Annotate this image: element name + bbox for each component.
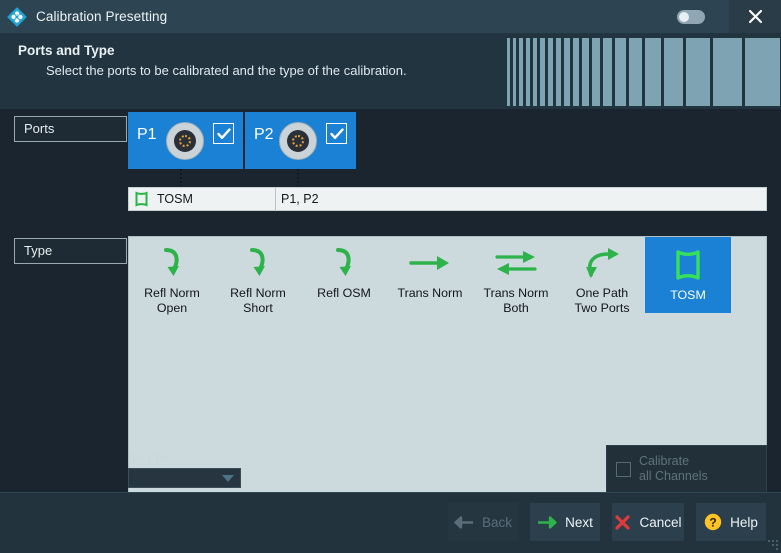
calibration-type-refl-norm-short[interactable]: Refl Norm Short: [215, 241, 301, 333]
title-bar: R Calibration Presetting: [0, 0, 781, 33]
calibration-type-label: One Path Two Ports: [574, 286, 630, 315]
calibration-type-trans-norm[interactable]: Trans Norm: [387, 241, 473, 333]
resize-grip[interactable]: [766, 538, 778, 550]
close-button[interactable]: [729, 0, 781, 33]
back-button[interactable]: Back: [448, 503, 518, 541]
question-icon: ?: [704, 513, 722, 531]
port-p2-connector-line: [297, 169, 299, 186]
help-button[interactable]: ? Help: [696, 503, 766, 541]
source-select[interactable]: [128, 468, 241, 488]
refl-arrow-icon: [159, 241, 185, 285]
calibration-type-label: Refl OSM: [317, 286, 371, 300]
help-button-label: Help: [730, 514, 758, 530]
type-label: Type: [14, 238, 127, 264]
calibration-type-label: TOSM: [670, 288, 706, 302]
cancel-button-label: Cancel: [639, 514, 682, 530]
source-label: Source: [128, 450, 170, 465]
calibration-type-one-path-two-ports[interactable]: One Path Two Ports: [559, 241, 645, 333]
calibrate-all-channels-label: Calibrate all Channels: [639, 454, 708, 483]
next-button-label: Next: [565, 514, 593, 530]
check-icon: [216, 127, 231, 139]
arrow-left-icon: [454, 515, 474, 529]
chevron-down-icon: [222, 474, 234, 482]
summary-ports: P1, P2: [281, 192, 319, 206]
cross-icon: [614, 514, 631, 531]
port-p1-checkbox[interactable]: [213, 123, 234, 144]
port-p1-connector-line: [180, 169, 182, 186]
trans-both-arrow-icon: [495, 241, 537, 285]
summary-cal-type: TOSM: [157, 192, 193, 206]
summary-divider: [275, 188, 276, 210]
calibration-type-label: Trans Norm: [397, 286, 463, 300]
port-tile-p2-label: P2: [254, 126, 274, 143]
arrow-right-icon: [537, 515, 557, 529]
coax-connector-icon: [279, 122, 317, 160]
refl-arrow-icon: [245, 241, 271, 285]
port-tile-p1-label: P1: [137, 126, 157, 143]
calibration-type-refl-norm-open[interactable]: Refl Norm Open: [129, 241, 215, 333]
ports-label: Ports: [14, 116, 127, 142]
toggle-switch[interactable]: [677, 9, 705, 24]
rohde-schwarz-logo-icon: R: [7, 6, 27, 27]
calibration-type-label: Trans Norm Both: [483, 286, 549, 315]
calibrate-all-channels-option[interactable]: Calibrate all Channels: [606, 445, 767, 493]
port-tile-p1[interactable]: P1: [128, 112, 243, 169]
svg-text:?: ?: [709, 515, 716, 529]
page-subtitle: Select the ports to be calibrated and th…: [46, 63, 407, 78]
port-tile-p2[interactable]: P2: [245, 112, 356, 169]
calibration-type-label: Refl Norm Open: [144, 286, 200, 315]
close-icon: [748, 9, 762, 24]
svg-text:R: R: [15, 13, 20, 21]
calibration-type-label: Refl Norm Short: [230, 286, 286, 315]
calibration-presetting-dialog: R Calibration Presetting Ports and Type …: [0, 0, 781, 553]
cancel-button[interactable]: Cancel: [612, 503, 684, 541]
refl-arrow-icon: [331, 241, 357, 285]
page-title: Ports and Type: [18, 43, 115, 58]
content-area: Ports P1 P2 TOSM P1, P2 Type Refl Norm O…: [0, 109, 781, 542]
calibration-type-grid: Refl Norm Open Refl Norm Short Refl OSM Tra…: [129, 237, 768, 333]
calibration-summary-row[interactable]: TOSM P1, P2: [128, 187, 767, 211]
calibration-type-trans-norm-both[interactable]: Trans Norm Both: [473, 241, 559, 333]
footer-bar: Back Next Cancel ? Help: [0, 492, 781, 553]
calibration-type-refl-osm[interactable]: Refl OSM: [301, 241, 387, 333]
next-button[interactable]: Next: [530, 503, 600, 541]
window-title: Calibration Presetting: [36, 9, 168, 24]
one-path-arrow-icon: [583, 241, 621, 285]
back-button-label: Back: [481, 514, 512, 530]
tosm-icon: [134, 191, 149, 207]
check-icon: [329, 127, 344, 139]
calibration-type-tosm[interactable]: TOSM: [645, 237, 731, 313]
coax-connector-icon: [166, 122, 204, 160]
port-p2-checkbox[interactable]: [326, 123, 347, 144]
header-band: Ports and Type Select the ports to be ca…: [0, 33, 781, 109]
tosm-icon: [673, 243, 703, 287]
decorative-stripes: [505, 38, 781, 106]
trans-arrow-icon: [409, 241, 451, 285]
calibrate-all-channels-checkbox[interactable]: [616, 461, 631, 477]
